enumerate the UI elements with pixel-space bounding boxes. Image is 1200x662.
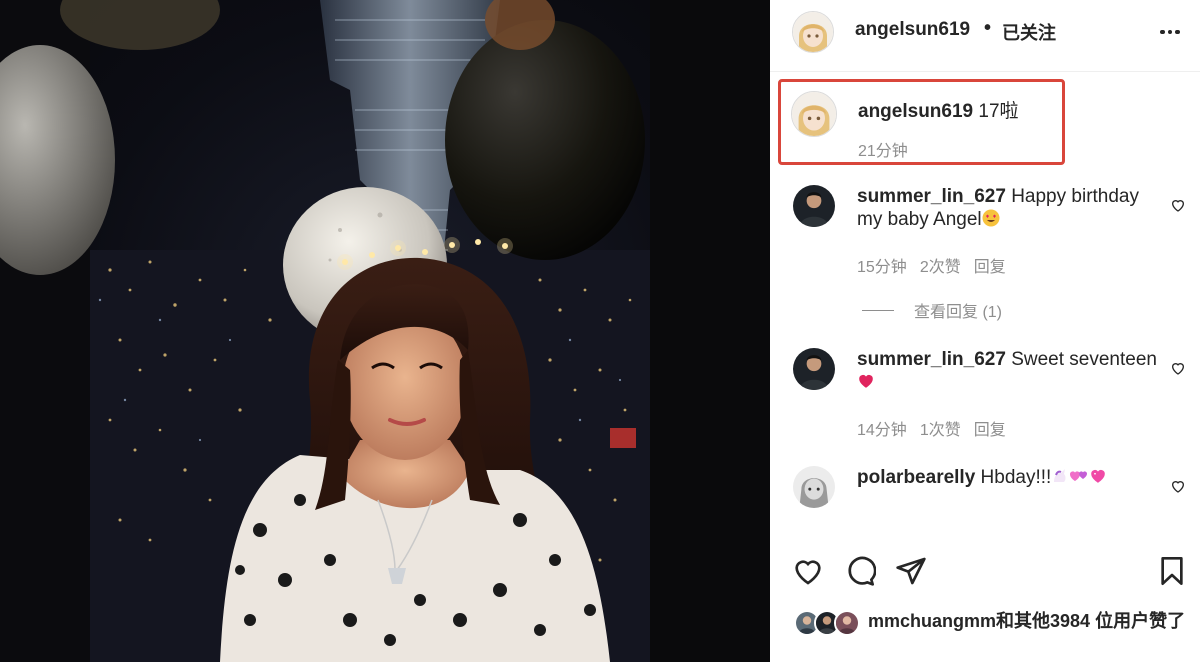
red-heart-emoji-icon [857,372,875,396]
like-heart-icon[interactable] [792,555,824,587]
caption-text: angelsun619 17啦 [858,96,1019,123]
caption-avatar[interactable] [791,91,837,137]
comment-bubble-icon[interactable] [844,555,877,587]
caption-body: 17啦 [973,101,1019,122]
save-bookmark-icon[interactable] [1156,555,1188,587]
caption-username[interactable]: angelsun619 [858,101,973,122]
post-actions [770,555,1200,595]
comment-text: summer_lin_627 Happy birthday my baby An… [857,185,1157,233]
likers-avatar-stack[interactable] [794,610,864,638]
comment-body: Hbday!!! [975,467,1052,488]
view-replies-button[interactable]: 查看回复 (1) [862,298,1002,322]
replies-divider [862,309,894,311]
comment-time[interactable]: 15分钟 [857,253,907,277]
post-header: angelsun619 • 已关注 [770,0,1200,72]
like-comment-heart-icon[interactable] [1170,478,1186,494]
comment-reply-button[interactable]: 回复 [974,416,1006,440]
like-comment-heart-icon[interactable] [1170,360,1186,376]
view-replies-label: 查看回复 (1) [914,304,1003,321]
comment-username[interactable]: summer_lin_627 [857,349,1006,370]
heart-eyes-emoji-icon [982,209,1000,233]
share-paper-plane-icon[interactable] [895,555,927,587]
caption-highlight: angelsun619 17啦 21分钟 [778,79,1065,165]
sparkling-heart-icon [1089,467,1107,491]
author-avatar[interactable] [792,11,834,53]
author-username[interactable]: angelsun619 [855,19,970,41]
liker-avatar [834,610,860,636]
comment-text: summer_lin_627 Sweet seventeen [857,348,1157,396]
comments-panel: angelsun619 • 已关注 angelsun619 17啦 21分钟 s… [770,0,1200,662]
post-photo[interactable] [0,0,770,662]
comment-username[interactable]: summer_lin_627 [857,186,1006,207]
header-separator: • [984,17,992,39]
likes-summary: mmchuangmm和其他3984 位用户赞了 [770,606,1200,662]
caption-time[interactable]: 21分钟 [858,137,908,161]
likes-text[interactable]: mmchuangmm和其他3984 位用户赞了 [868,609,1188,633]
like-comment-heart-icon[interactable] [1170,197,1186,213]
hearts-icon [1069,467,1089,491]
photo-illustration [0,0,770,662]
comment-username[interactable]: polarbearelly [857,467,975,488]
follow-status-button[interactable]: 已关注 [1002,19,1056,45]
comment-meta: 14分钟 1次赞 回复 [857,416,1006,440]
commenter-avatar[interactable] [793,466,835,508]
comment-time[interactable]: 14分钟 [857,416,907,440]
comment-body: Sweet seventeen [1005,349,1157,370]
more-options-icon[interactable] [1156,20,1184,44]
comment-reply-button[interactable]: 回复 [974,253,1006,277]
commenter-avatar[interactable] [793,348,835,390]
unicorn-icon [1051,467,1069,491]
comment-like-count[interactable]: 1次赞 [920,416,961,440]
comment-like-count[interactable]: 2次赞 [920,253,961,277]
commenter-avatar[interactable] [793,185,835,227]
comment-meta: 15分钟 2次赞 回复 [857,253,1006,277]
comment-text: polarbearelly Hbday!!! [857,466,1157,491]
